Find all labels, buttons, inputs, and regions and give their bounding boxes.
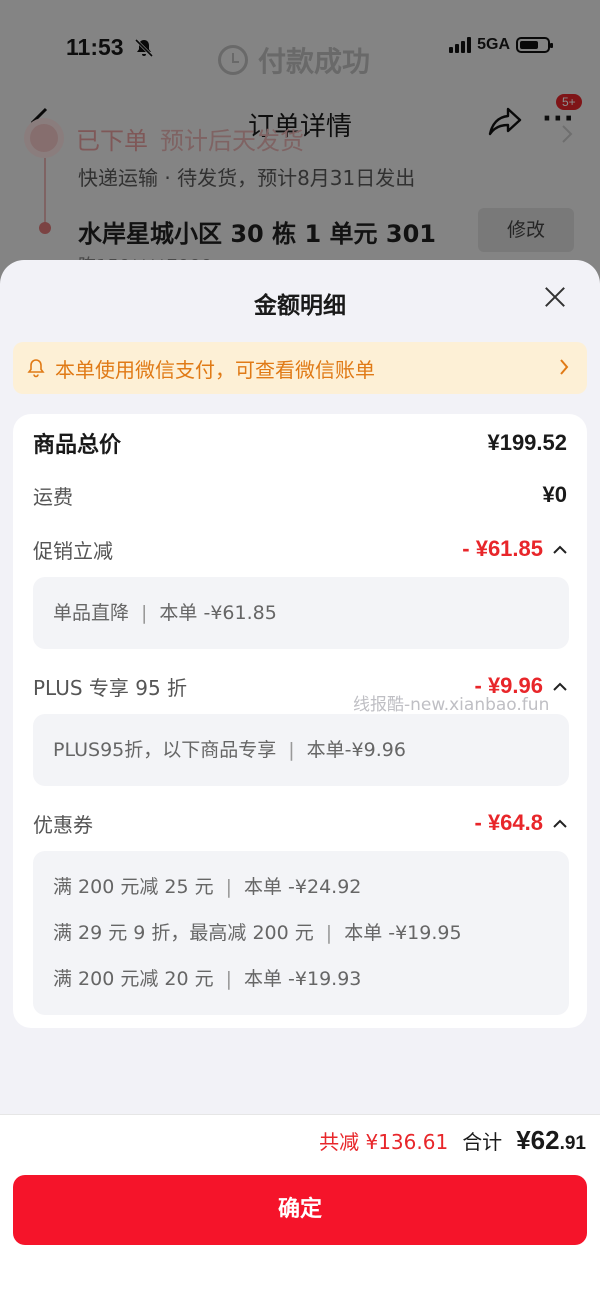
coupon-detail-box: 满 200 元减 25 元 | 本单 -¥24.92 满 29 元 9 折，最高减 … [33,851,569,1015]
chevron-up-icon[interactable] [553,682,567,691]
coupon-detail-value: 本单 -¥19.95 [344,922,462,944]
plus-label: PLUS 专享 95 折 [33,675,188,700]
goods-total-label: 商品总价 [33,433,122,458]
wechat-pay-notice[interactable]: 本单使用微信支付，可查看微信账单 [13,342,587,394]
footer-bar: 共减 ¥136.61 合计 ¥62.91 确定 [0,1114,600,1304]
discount-total: 共减 ¥136.61 [319,1130,449,1154]
goods-total-row: 商品总价 ¥199.52 [33,428,567,458]
coupon-detail-name: 满 200 元减 20 元 [53,968,214,990]
coupon-row[interactable]: 优惠券 - ¥64.8 [33,808,567,838]
coupon-detail-line: 满 200 元减 25 元 | 本单 -¥24.92 [53,876,362,898]
confirm-button[interactable]: 确定 [13,1175,587,1245]
price-summary: 共减 ¥136.61 合计 ¥62.91 [319,1125,586,1156]
plus-detail-name: PLUS95折，以下商品专享 [53,739,277,761]
total-currency: ¥ [516,1125,531,1155]
promo-detail-box: 单品直降 | 本单 -¥61.85 [33,577,569,649]
promo-amount: - ¥61.85 [462,536,543,561]
watermark: 线报酷-new.xianbao.fun [353,695,550,715]
total-label: 合计 [462,1130,503,1154]
total-dec: .91 [559,1133,586,1154]
sheet-title: 金额明细 [254,293,346,319]
promo-detail-line: 单品直降 | 本单 -¥61.85 [53,602,277,624]
promo-detail-value: 本单 -¥61.85 [159,602,277,624]
bell-icon [27,359,45,378]
goods-total-amount: ¥199.52 [487,430,567,455]
coupon-detail-value: 本单 -¥19.93 [244,968,362,990]
shipping-fee-row: 运费 ¥0 [33,480,567,510]
promo-row[interactable]: 促销立减 - ¥61.85 [33,534,567,564]
chevron-right-icon [560,359,569,375]
plus-detail-value: 本单-¥9.96 [306,739,406,761]
total-int: 62 [530,1125,560,1155]
chevron-up-icon[interactable] [553,545,567,554]
coupon-detail-line: 满 200 元减 20 元 | 本单 -¥19.93 [53,968,362,990]
shipping-fee-amount: ¥0 [542,482,567,507]
promo-label: 促销立减 [33,538,113,563]
coupon-amount: - ¥64.8 [474,810,544,835]
shipping-fee-label: 运费 [33,484,73,509]
coupon-detail-line: 满 29 元 9 折，最高减 200 元 | 本单 -¥19.95 [53,922,462,944]
promo-detail-name: 单品直降 [53,602,130,624]
coupon-detail-value: 本单 -¥24.92 [244,876,362,898]
close-icon[interactable] [544,286,566,308]
coupon-detail-name: 满 29 元 9 折，最高减 200 元 [53,922,314,944]
plus-detail-box: PLUS95折，以下商品专享 | 本单-¥9.96 [33,714,569,786]
chevron-up-icon[interactable] [553,819,567,828]
total-amount: ¥62.91 [516,1125,586,1156]
coupon-detail-name: 满 200 元减 25 元 [53,876,214,898]
notice-text: 本单使用微信支付，可查看微信账单 [55,357,375,382]
coupon-label: 优惠券 [33,812,93,837]
amount-breakdown-card: 商品总价 ¥199.52 运费 ¥0 促销立减 - ¥61.85 单品直降 | 本单… [13,414,587,1028]
plus-detail-line: PLUS95折，以下商品专享 | 本单-¥9.96 [53,739,406,761]
